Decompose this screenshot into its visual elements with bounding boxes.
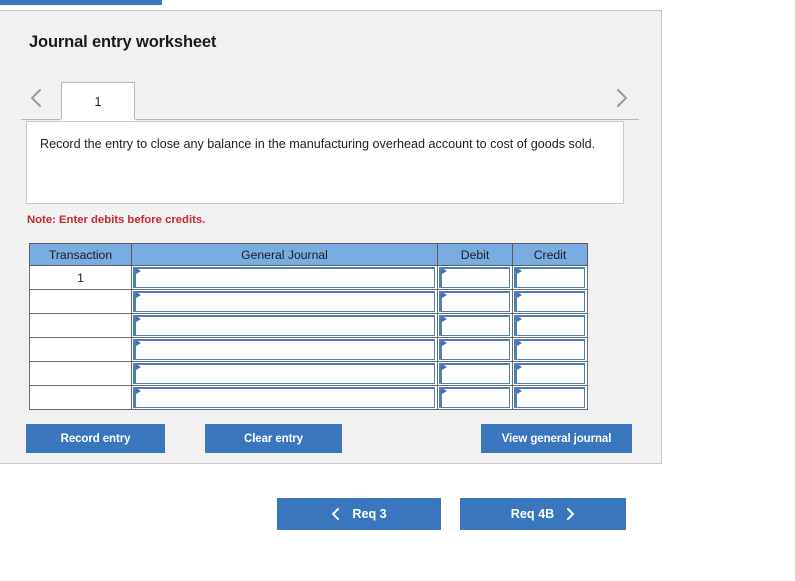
general-journal-input[interactable]: [133, 387, 435, 408]
dropdown-caret-icon: [442, 292, 447, 298]
debit-input[interactable]: [439, 267, 510, 288]
clear-entry-button[interactable]: Clear entry: [205, 424, 342, 453]
general-journal-input[interactable]: [133, 363, 435, 384]
debit-input[interactable]: [439, 363, 510, 384]
debit-cell[interactable]: [437, 289, 513, 314]
tab-strip: 1: [21, 76, 639, 121]
credit-cell[interactable]: [512, 337, 588, 362]
dropdown-caret-icon: [136, 364, 141, 370]
dropdown-caret-icon: [136, 316, 141, 322]
credit-input[interactable]: [514, 267, 585, 288]
general-journal-input[interactable]: [133, 315, 435, 336]
chevron-right-icon: [565, 507, 575, 521]
worksheet-panel: Journal entry worksheet 1 Record the ent…: [0, 10, 662, 464]
dropdown-caret-icon: [136, 340, 141, 346]
table-row: [29, 361, 588, 386]
progress-bar: [0, 0, 162, 5]
record-entry-button[interactable]: Record entry: [26, 424, 165, 453]
prev-requirement-label: Req 3: [352, 507, 387, 521]
general-journal-cell[interactable]: [131, 385, 438, 410]
table-row: [29, 337, 588, 362]
credit-input[interactable]: [514, 387, 585, 408]
column-header-transaction: Transaction: [29, 243, 132, 266]
table-row: 1: [29, 265, 588, 290]
dropdown-caret-icon: [442, 316, 447, 322]
table-header-row: Transaction General Journal Debit Credit: [29, 243, 588, 266]
credit-cell[interactable]: [512, 289, 588, 314]
dropdown-caret-icon: [136, 388, 141, 394]
dropdown-caret-icon: [517, 268, 522, 274]
dropdown-caret-icon: [136, 292, 141, 298]
credit-input[interactable]: [514, 339, 585, 360]
transaction-number-cell: [29, 289, 132, 314]
page-root: Journal entry worksheet 1 Record the ent…: [0, 0, 795, 581]
debit-cell[interactable]: [437, 385, 513, 410]
general-journal-input[interactable]: [133, 339, 435, 360]
table-row: [29, 385, 588, 410]
transaction-number-cell: 1: [29, 265, 132, 290]
next-requirement-label: Req 4B: [510, 507, 555, 521]
general-journal-cell[interactable]: [131, 337, 438, 362]
column-header-debit: Debit: [437, 243, 513, 266]
credit-input[interactable]: [514, 363, 585, 384]
debits-before-credits-note: Note: Enter debits before credits.: [27, 214, 206, 226]
next-requirement-button[interactable]: Req 4B: [460, 498, 626, 530]
column-header-credit: Credit: [512, 243, 588, 266]
chevron-right-icon: [615, 87, 629, 109]
credit-input[interactable]: [514, 315, 585, 336]
dropdown-caret-icon: [442, 364, 447, 370]
prev-requirement-button[interactable]: Req 3: [277, 498, 441, 530]
credit-cell[interactable]: [512, 385, 588, 410]
tab-entry-1[interactable]: 1: [61, 82, 135, 120]
transaction-number-cell: [29, 313, 132, 338]
dropdown-caret-icon: [517, 316, 522, 322]
dropdown-caret-icon: [136, 268, 141, 274]
general-journal-cell[interactable]: [131, 313, 438, 338]
page-title: Journal entry worksheet: [29, 33, 217, 51]
debit-cell[interactable]: [437, 361, 513, 386]
tab-prev-button[interactable]: [23, 82, 49, 114]
table-row: [29, 289, 588, 314]
credit-cell[interactable]: [512, 313, 588, 338]
dropdown-caret-icon: [517, 364, 522, 370]
chevron-left-icon: [331, 507, 341, 521]
credit-cell[interactable]: [512, 361, 588, 386]
credit-cell[interactable]: [512, 265, 588, 290]
instruction-text: Record the entry to close any balance in…: [40, 137, 596, 151]
journal-entry-table: Transaction General Journal Debit Credit…: [29, 243, 588, 410]
transaction-number-cell: [29, 361, 132, 386]
debit-cell[interactable]: [437, 337, 513, 362]
table-row: [29, 313, 588, 338]
column-header-general-journal: General Journal: [131, 243, 438, 266]
debit-input[interactable]: [439, 315, 510, 336]
transaction-number-cell: [29, 385, 132, 410]
tab-label: 1: [94, 94, 102, 109]
debit-input[interactable]: [439, 339, 510, 360]
dropdown-caret-icon: [517, 388, 522, 394]
debit-cell[interactable]: [437, 313, 513, 338]
tab-next-button[interactable]: [609, 82, 635, 114]
general-journal-cell[interactable]: [131, 361, 438, 386]
view-general-journal-button[interactable]: View general journal: [481, 424, 632, 453]
general-journal-cell[interactable]: [131, 265, 438, 290]
dropdown-caret-icon: [442, 268, 447, 274]
general-journal-input[interactable]: [133, 291, 435, 312]
debit-input[interactable]: [439, 387, 510, 408]
instruction-box: Record the entry to close any balance in…: [26, 121, 624, 204]
dropdown-caret-icon: [517, 340, 522, 346]
debit-input[interactable]: [439, 291, 510, 312]
dropdown-caret-icon: [442, 388, 447, 394]
dropdown-caret-icon: [442, 340, 447, 346]
chevron-left-icon: [29, 87, 43, 109]
general-journal-cell[interactable]: [131, 289, 438, 314]
general-journal-input[interactable]: [133, 267, 435, 288]
dropdown-caret-icon: [517, 292, 522, 298]
transaction-number-cell: [29, 337, 132, 362]
credit-input[interactable]: [514, 291, 585, 312]
debit-cell[interactable]: [437, 265, 513, 290]
